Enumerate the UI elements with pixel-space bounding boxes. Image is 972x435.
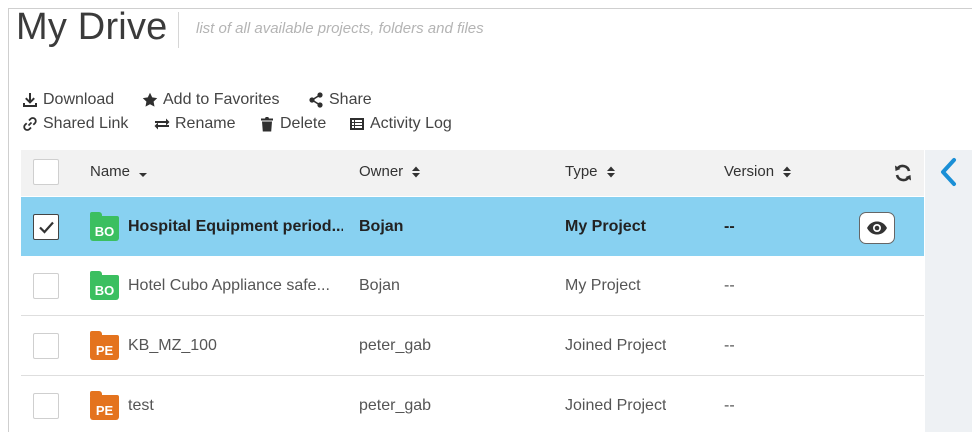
chevron-left-icon: [941, 158, 956, 186]
checkmark-icon: [39, 221, 54, 234]
table-header: Name Owner Type Version: [21, 150, 924, 196]
download-label: Download: [43, 91, 115, 108]
shared-link-label: Shared Link: [43, 115, 129, 132]
file-owner: Bojan: [359, 218, 404, 235]
owner-folder-badge: BO: [90, 271, 119, 300]
file-type: My Project: [565, 218, 646, 235]
owner-column-label: Owner: [359, 163, 404, 180]
row-checkbox[interactable]: [33, 214, 59, 240]
download-icon: [21, 91, 39, 109]
refresh-icon[interactable]: [893, 163, 913, 183]
shared-link-button[interactable]: Shared Link: [21, 115, 128, 133]
row-checkbox[interactable]: [33, 273, 59, 299]
file-type: My Project: [565, 277, 641, 294]
link-icon: [21, 115, 39, 133]
table-row[interactable]: BO Hotel Cubo Appliance safe... Bojan My…: [21, 256, 924, 316]
file-type: Joined Project: [565, 337, 667, 354]
file-owner: Bojan: [359, 277, 400, 294]
sort-icon: [412, 166, 421, 177]
file-type: Joined Project: [565, 397, 667, 414]
share-button[interactable]: Share: [307, 91, 372, 109]
file-name[interactable]: Hotel Cubo Appliance safe...: [128, 277, 343, 295]
sort-icon: [606, 166, 615, 177]
share-label: Share: [329, 91, 372, 108]
add-to-favorites-button[interactable]: Add to Favorites: [141, 91, 280, 109]
rename-button[interactable]: Rename: [153, 115, 235, 133]
owner-folder-badge: PE: [90, 391, 119, 420]
file-owner: peter_gab: [359, 337, 432, 354]
owner-folder-badge: BO: [90, 212, 119, 241]
row-checkbox[interactable]: [33, 333, 59, 359]
row-checkbox[interactable]: [33, 393, 59, 419]
title-divider: [178, 12, 179, 48]
activity-log-label: Activity Log: [370, 115, 452, 132]
type-column-header[interactable]: Type: [565, 163, 616, 180]
file-version: --: [724, 218, 735, 235]
file-name[interactable]: test: [128, 397, 343, 415]
file-name[interactable]: Hospital Equipment period...: [128, 218, 343, 236]
download-button[interactable]: Download: [21, 91, 114, 109]
side-panel-strip: [925, 150, 972, 432]
trash-icon: [258, 115, 276, 133]
share-icon: [307, 91, 325, 109]
eye-icon: [867, 221, 887, 235]
add-to-favorites-label: Add to Favorites: [163, 91, 280, 108]
sort-icon: [783, 166, 792, 177]
file-version: --: [724, 337, 735, 354]
file-version: --: [724, 277, 735, 294]
rename-label: Rename: [175, 115, 236, 132]
name-column-label: Name: [90, 163, 131, 180]
type-column-label: Type: [565, 163, 598, 180]
version-column-header[interactable]: Version: [724, 163, 792, 180]
owner-folder-badge: PE: [90, 331, 119, 360]
preview-button[interactable]: [859, 212, 895, 244]
page-subtitle: list of all available projects, folders …: [196, 20, 484, 37]
star-icon: [141, 91, 159, 109]
delete-button[interactable]: Delete: [258, 115, 326, 133]
list-icon: [348, 115, 366, 133]
table-row[interactable]: PE test peter_gab Joined Project --: [21, 376, 924, 435]
file-version: --: [724, 397, 735, 414]
table-row[interactable]: PE KB_MZ_100 peter_gab Joined Project --: [21, 316, 924, 376]
swap-arrows-icon: [153, 115, 171, 133]
file-owner: peter_gab: [359, 397, 432, 414]
file-name[interactable]: KB_MZ_100: [128, 337, 343, 355]
sort-desc-icon: [139, 172, 148, 177]
owner-column-header[interactable]: Owner: [359, 163, 421, 180]
select-all-checkbox[interactable]: [33, 159, 59, 185]
version-column-label: Version: [724, 163, 775, 180]
table-row[interactable]: BO Hospital Equipment period... Bojan My…: [21, 197, 924, 256]
collapse-panel-button[interactable]: [937, 156, 961, 188]
name-column-header[interactable]: Name: [90, 163, 148, 180]
activity-log-button[interactable]: Activity Log: [348, 115, 452, 133]
page-title: My Drive: [16, 6, 168, 48]
delete-label: Delete: [280, 115, 327, 132]
